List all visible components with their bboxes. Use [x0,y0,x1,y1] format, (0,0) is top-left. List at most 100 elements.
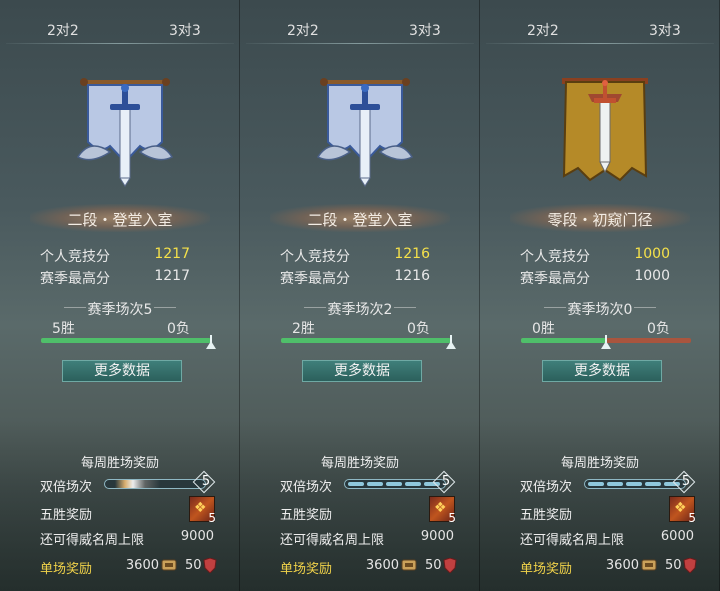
more-data-button[interactable]: 更多数据 [542,360,662,382]
double-matches-bar [104,479,206,489]
double-matches-count: 5 [438,472,454,492]
five-win-reward-label: 五胜奖励 [280,508,333,523]
weekly-reward-title: 每周胜场奖励 [560,456,639,471]
single-money-value: 3600 [125,558,159,573]
tab-3v3[interactable]: 3对3 [649,20,681,40]
weimin-cap-label: 还可得威名周上限 [40,533,145,548]
more-data-button[interactable]: 更多数据 [302,360,422,382]
single-money-value: 3600 [605,558,639,573]
win-loss-bar [41,335,216,349]
best-score-value: 1217 [154,268,190,284]
score-label: 个人竞技分 [520,249,590,265]
reward-count: 5 [448,511,456,525]
win-loss-marker [446,341,456,349]
losses-count: 0负 [167,321,190,337]
season-matches: 赛季场次5 [0,299,240,319]
best-score-row: 赛季最高分 1000 [520,268,670,288]
win-loss-bar [281,335,456,349]
mode-tabs: 2对2 3对3 [480,20,720,42]
double-matches-segment [348,482,364,486]
losses-count: 0负 [647,321,670,337]
double-matches-bar [584,479,686,489]
single-match-reward-label: 单场奖励 [280,562,333,577]
best-score-label: 赛季最高分 [520,271,590,287]
season-matches: 赛季场次0 [480,299,720,319]
reputation-shield-icon [683,558,697,573]
double-matches-segment [367,482,383,486]
rank-panel-1: 2对2 3对3 二段・登堂入室 个人竞技分 1217 赛季最高分 1217 赛季… [0,0,240,591]
rank-panel-3: 2对2 3对3 零段・初窥门径 个人竞技分 1000 赛季最高分 1000 赛季… [480,0,720,591]
ornament-left [304,307,326,308]
weimin-cap-value: 9000 [420,529,454,544]
weimin-cap-value: 9000 [180,529,214,544]
win-loss-bar [521,335,691,349]
single-money-value: 3600 [365,558,399,573]
best-score-label: 赛季最高分 [40,271,110,287]
score-value: 1000 [634,246,670,262]
chest-icon: ❖ [674,500,687,516]
losses-count: 0负 [407,321,430,337]
tab-3v3[interactable]: 3对3 [409,20,441,40]
rank-name: 二段・登堂入室 [307,211,413,229]
win-loss-fill [41,338,211,343]
score-value: 1216 [394,246,430,262]
silver-banner-sword-emblem [316,78,414,187]
best-score-row: 赛季最高分 1217 [40,268,190,288]
five-win-reward-label: 五胜奖励 [520,508,573,523]
ornament-left [544,307,566,308]
double-matches-bar [344,479,446,489]
five-win-reward-label: 五胜奖励 [40,508,93,523]
season-matches-label: 赛季场次2 [327,302,393,318]
five-win-reward-item[interactable]: ❖ 5 [189,496,216,525]
ornament-left [64,307,86,308]
season-matches-label: 赛季场次0 [567,302,633,318]
reward-count: 5 [208,511,216,525]
double-matches-label: 双倍场次 [520,480,573,495]
double-matches-count: 5 [678,472,694,492]
wins-count: 2胜 [292,321,315,337]
score-value: 1217 [154,246,190,262]
weekly-reward-title: 每周胜场奖励 [80,456,159,471]
tab-2v2[interactable]: 2对2 [527,20,559,40]
weimin-cap-value: 6000 [660,529,694,544]
best-score-label: 赛季最高分 [280,271,350,287]
double-matches-label: 双倍场次 [40,480,93,495]
weekly-reward-title: 每周胜场奖励 [320,456,399,471]
double-matches-segment [626,482,642,486]
score-row: 个人竞技分 1217 [40,246,190,266]
chest-icon: ❖ [194,500,207,516]
silver-banner-sword-emblem [76,78,174,187]
double-matches-segment [405,482,421,486]
money-icon [401,559,417,571]
double-matches-label: 双倍场次 [280,480,333,495]
wins-count: 0胜 [532,321,555,337]
single-rep-value: 50 [185,558,202,573]
rank-panel-2: 2对2 3对3 二段・登堂入室 个人竞技分 1216 赛季最高分 1216 赛季… [240,0,480,591]
single-rep-value: 50 [665,558,682,573]
win-loss-fill [281,338,451,343]
tab-divider [6,43,234,44]
double-matches-count: 5 [198,472,214,492]
tab-divider [486,43,714,44]
gold-banner-sword-emblem [562,78,648,182]
double-matches-segment [607,482,623,486]
single-match-reward-label: 单场奖励 [520,562,573,577]
reputation-shield-icon [203,558,217,573]
win-loss-fill [521,338,606,343]
win-loss-marker [206,341,216,349]
win-loss-marker [601,341,611,349]
five-win-reward-item[interactable]: ❖ 5 [429,496,456,525]
single-match-reward-label: 单场奖励 [40,562,93,577]
single-rep-value: 50 [425,558,442,573]
tab-3v3[interactable]: 3对3 [169,20,201,40]
tab-2v2[interactable]: 2对2 [47,20,79,40]
money-icon [161,559,177,571]
five-win-reward-item[interactable]: ❖ 5 [669,496,696,525]
tab-2v2[interactable]: 2对2 [287,20,319,40]
weimin-cap-label: 还可得威名周上限 [280,533,385,548]
double-matches-segment [645,482,661,486]
score-label: 个人竞技分 [280,249,350,265]
more-data-button[interactable]: 更多数据 [62,360,182,382]
best-score-value: 1216 [394,268,430,284]
ornament-right [154,307,176,308]
